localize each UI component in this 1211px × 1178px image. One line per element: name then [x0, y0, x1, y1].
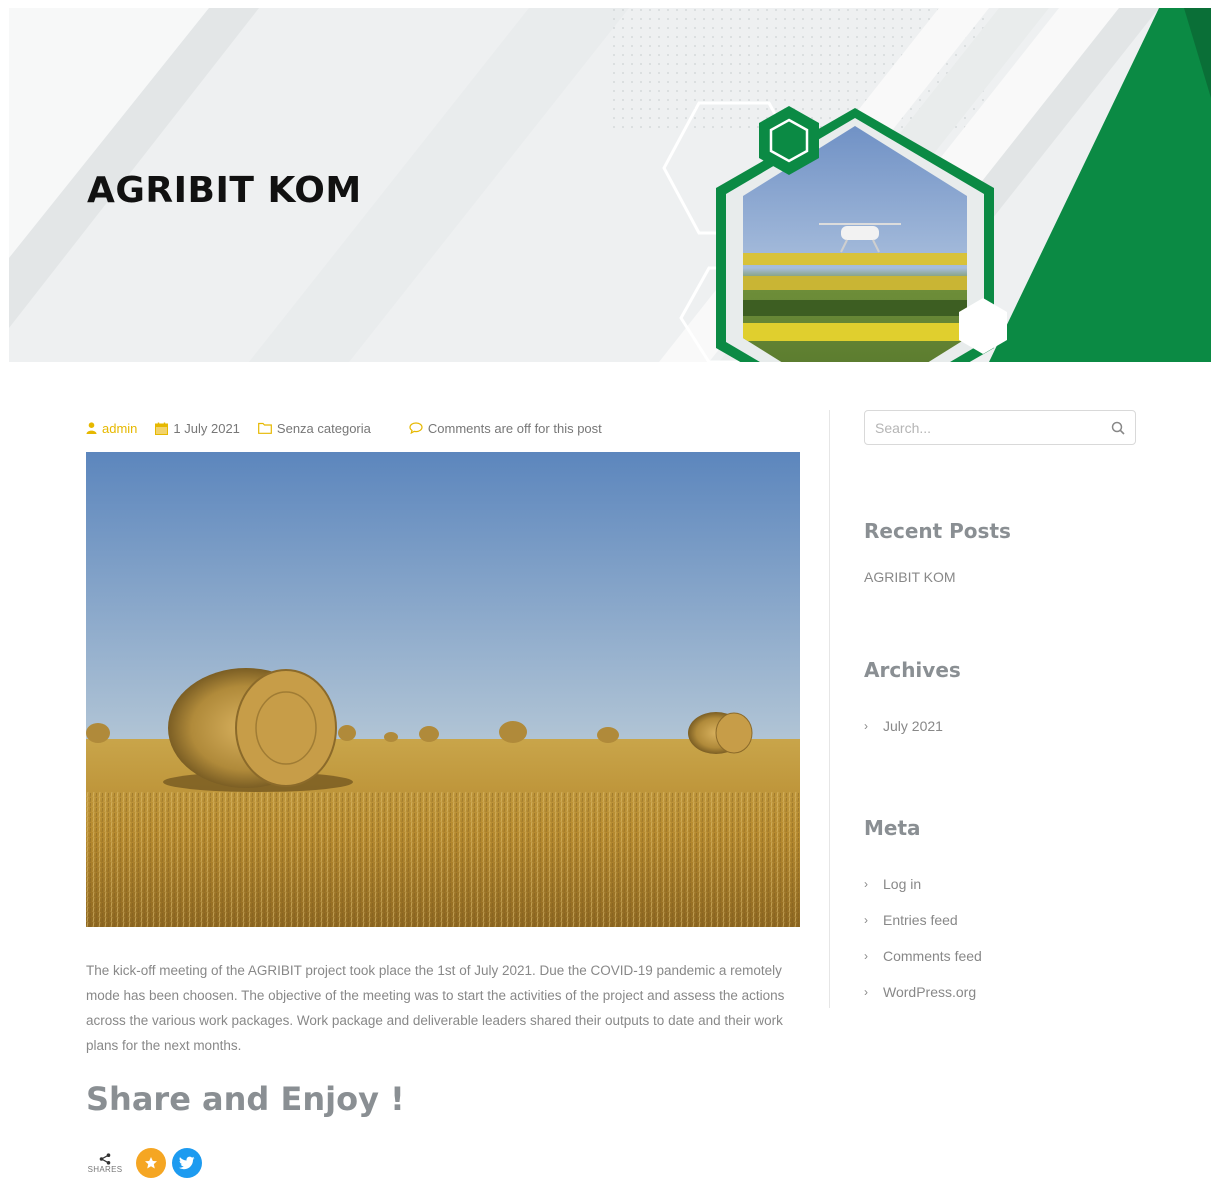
post-date: 1 July 2021 — [155, 421, 240, 436]
page-title: AGRIBIT KOM — [87, 170, 362, 211]
comments-feed-link[interactable]: Comments feed — [883, 948, 982, 964]
post-meta: admin 1 July 2021 Senza categoria Commen… — [86, 418, 620, 438]
archive-link[interactable]: July 2021 — [883, 718, 943, 734]
chevron-right-icon: › — [864, 877, 868, 891]
search-icon — [1111, 421, 1125, 435]
sidebar-divider — [829, 410, 830, 1008]
share-row: SHARES — [86, 1148, 202, 1178]
archives-list: › July 2021 — [864, 708, 943, 744]
meta-item-comments-feed[interactable]: › Comments feed — [864, 938, 982, 974]
recent-posts-title: Recent Posts — [864, 519, 1011, 543]
post-comments: Comments are off for this post — [409, 421, 602, 436]
post-author[interactable]: admin — [86, 421, 137, 436]
meta-title: Meta — [864, 816, 921, 840]
meta-item-wordpress[interactable]: › WordPress.org — [864, 974, 982, 1010]
chevron-right-icon: › — [864, 949, 868, 963]
share-count: SHARES — [86, 1152, 124, 1174]
post-category[interactable]: Senza categoria — [258, 421, 371, 436]
post-body: The kick-off meeting of the AGRIBIT proj… — [86, 963, 785, 1053]
folder-icon — [258, 422, 272, 434]
recent-post-link[interactable]: AGRIBIT KOM — [864, 569, 956, 585]
post-date-text: 1 July 2021 — [173, 420, 240, 436]
meta-item-entries-feed[interactable]: › Entries feed — [864, 902, 982, 938]
chevron-right-icon: › — [864, 719, 868, 733]
search-form — [864, 410, 1136, 445]
hero-banner: AGRIBIT KOM — [9, 8, 1211, 362]
meta-item-login[interactable]: › Log in — [864, 866, 982, 902]
wordpress-org-link[interactable]: WordPress.org — [883, 984, 976, 1000]
entries-feed-link[interactable]: Entries feed — [883, 912, 958, 928]
share-count-label: SHARES — [87, 1164, 123, 1174]
login-link[interactable]: Log in — [883, 876, 921, 892]
favorite-share-button[interactable] — [136, 1148, 166, 1178]
share-icon — [99, 1152, 111, 1165]
chevron-right-icon: › — [864, 913, 868, 927]
search-input[interactable] — [865, 418, 1101, 437]
share-title: Share and Enjoy ! — [86, 1080, 405, 1118]
post-comments-text: Comments are off for this post — [427, 420, 602, 436]
archives-title: Archives — [864, 658, 961, 682]
star-icon — [145, 1157, 157, 1169]
twitter-icon — [179, 1156, 195, 1170]
post-author-name[interactable]: admin — [102, 421, 137, 436]
twitter-share-button[interactable] — [172, 1148, 202, 1178]
archive-item[interactable]: › July 2021 — [864, 708, 943, 744]
chevron-right-icon: › — [864, 985, 868, 999]
search-button[interactable] — [1101, 421, 1135, 435]
comment-icon — [409, 422, 423, 434]
calendar-icon — [155, 422, 169, 435]
meta-list: › Log in › Entries feed › Comments feed … — [864, 866, 982, 1010]
post-category-link[interactable]: Senza categoria — [277, 421, 371, 436]
featured-image — [86, 452, 800, 927]
user-icon — [86, 422, 97, 434]
